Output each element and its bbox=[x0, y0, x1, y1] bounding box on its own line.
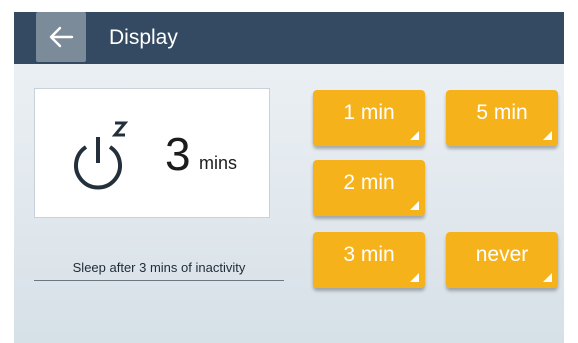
corner-indicator-icon bbox=[410, 273, 419, 282]
option-5-min-button[interactable]: 5 min bbox=[446, 90, 558, 146]
page-title: Display bbox=[109, 26, 178, 49]
display-settings-screen: Display 3 mins Sleep after 3 mins of ina… bbox=[14, 12, 564, 343]
option-label: 3 min bbox=[343, 243, 395, 266]
corner-indicator-icon bbox=[410, 201, 419, 210]
option-label: 2 min bbox=[343, 171, 395, 194]
option-1-min-button[interactable]: 1 min bbox=[313, 90, 425, 146]
option-label: 5 min bbox=[476, 101, 528, 124]
option-never-button[interactable]: never bbox=[446, 232, 558, 288]
current-value: 3 bbox=[165, 128, 191, 180]
corner-indicator-icon bbox=[543, 131, 552, 140]
option-3-min-button[interactable]: 3 min bbox=[313, 232, 425, 288]
corner-indicator-icon bbox=[543, 273, 552, 282]
arrow-left-icon bbox=[49, 26, 74, 48]
option-2-min-button[interactable]: 2 min bbox=[313, 160, 425, 216]
sleep-description: Sleep after 3 mins of inactivity bbox=[34, 260, 284, 281]
current-value-card: 3 mins bbox=[34, 88, 270, 218]
option-label: 1 min bbox=[343, 101, 395, 124]
corner-indicator-icon bbox=[410, 131, 419, 140]
option-label: never bbox=[475, 243, 529, 266]
current-unit: mins bbox=[199, 153, 238, 173]
header-bar: Display bbox=[14, 12, 564, 64]
power-sleep-icon bbox=[74, 121, 129, 190]
back-button[interactable] bbox=[36, 12, 86, 62]
